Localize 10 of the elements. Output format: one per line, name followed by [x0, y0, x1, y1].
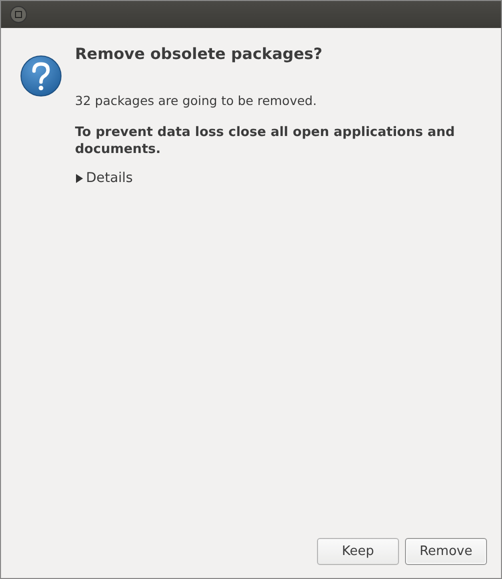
message-text: 32 packages are going to be removed. — [75, 93, 317, 108]
question-icon — [19, 54, 63, 98]
caret-right-icon — [75, 174, 83, 182]
keep-button[interactable]: Keep — [317, 538, 399, 565]
dialog-title: Remove obsolete packages? — [75, 45, 322, 63]
warning-text: To prevent data loss close all open applications and documents. — [75, 124, 456, 158]
close-button[interactable] — [10, 6, 27, 23]
details-expander[interactable]: Details — [75, 170, 133, 186]
square-icon — [15, 11, 22, 18]
remove-button[interactable]: Remove — [405, 538, 487, 565]
